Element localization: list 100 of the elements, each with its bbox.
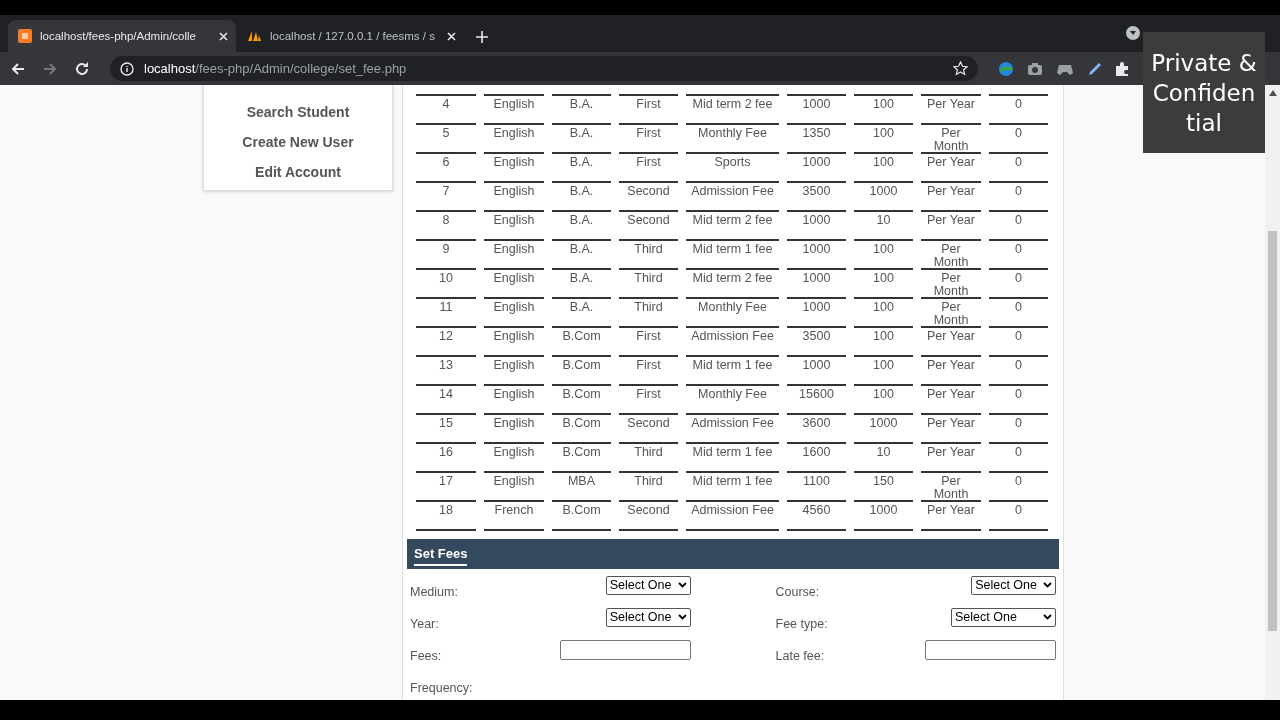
select-dropdown[interactable]: Select One: [951, 607, 1056, 627]
table-cell: Third: [619, 299, 678, 328]
table-cell: 0: [989, 473, 1048, 502]
table-cell: 1100: [787, 473, 846, 502]
table-cell: Third: [619, 444, 678, 473]
table-cell: MBA: [552, 473, 611, 502]
field-label: Frequency:: [410, 680, 473, 695]
url-text: localhost/fees-php/Admin/college/set_fee.php: [144, 61, 408, 76]
table-cell: First: [619, 386, 678, 415]
table-cell: French: [484, 502, 544, 531]
table-cell: 100: [854, 386, 913, 415]
table-cell: Per Year: [921, 183, 981, 212]
table-cell: Admission Fee: [686, 502, 779, 531]
select-dropdown[interactable]: Select One: [971, 575, 1056, 595]
table-cell: Second: [619, 502, 678, 531]
table-cell: Second: [619, 415, 678, 444]
table-cell: Per Year: [921, 502, 981, 531]
table-cell: English: [484, 299, 544, 328]
sidebar-link[interactable]: Search Student: [246, 97, 350, 127]
section-title: Set Fees: [414, 542, 468, 566]
table-cell: B.Com: [552, 328, 611, 357]
table-cell: 5: [416, 125, 476, 154]
table-cell: 1000: [854, 415, 913, 444]
table-cell: 3500: [787, 328, 846, 357]
table-cell: 0: [989, 154, 1048, 183]
table-cell: 9: [416, 241, 476, 270]
table-cell: 0: [989, 415, 1048, 444]
table-cell: B.A.: [552, 212, 611, 241]
table-cell: Per Month: [921, 270, 981, 299]
table-cell: First: [619, 328, 678, 357]
table-cell: 4: [416, 94, 476, 125]
address-bar[interactable]: localhost/fees-php/Admin/college/set_fee.php: [110, 56, 978, 81]
overlay-caption: Private & Confidential: [1150, 48, 1258, 138]
table-cell: Per Month: [921, 241, 981, 270]
table-cell: English: [484, 386, 544, 415]
table-cell: Per Year: [921, 357, 981, 386]
table-cell: 13: [416, 357, 476, 386]
table-cell: English: [484, 241, 544, 270]
table-cell: 0: [989, 183, 1048, 212]
table-cell: 0: [989, 270, 1048, 299]
table-cell: Mid term 2 fee: [686, 270, 779, 299]
field-label: Fee type:: [775, 616, 828, 631]
table-cell: Per Year: [921, 328, 981, 357]
table-cell: 0: [989, 241, 1048, 270]
table-cell: 10: [854, 444, 913, 473]
table-cell: 0: [989, 94, 1048, 125]
browser-tab[interactable]: localhost/fees-php/Admin/colle: [8, 20, 236, 52]
browser-tab[interactable]: localhost / 127.0.0.1 / feesms / s: [236, 20, 464, 52]
table-cell: 100: [854, 94, 913, 125]
table-cell: 100: [854, 357, 913, 386]
field-label: Year:: [410, 616, 439, 631]
table-cell: First: [619, 154, 678, 183]
table-cell: 1600: [787, 444, 846, 473]
table-cell: 15: [416, 415, 476, 444]
sidebar-link[interactable]: Create New User: [242, 127, 354, 157]
table-cell: 6: [416, 154, 476, 183]
table-cell: B.Com: [552, 415, 611, 444]
table-cell: 100: [854, 154, 913, 183]
table-cell: 0: [989, 328, 1048, 357]
table-cell: English: [484, 415, 544, 444]
table-cell: 0: [989, 299, 1048, 328]
table-cell: B.A.: [552, 241, 611, 270]
table-cell: 100: [854, 241, 913, 270]
table-cell: Mid term 1 fee: [686, 473, 779, 502]
table-cell: 7: [416, 183, 476, 212]
table-cell: 1350: [787, 125, 846, 154]
table-cell: B.Com: [552, 357, 611, 386]
table-cell: Per Year: [921, 212, 981, 241]
table-cell: 4560: [787, 502, 846, 531]
field-label: Course:: [775, 584, 820, 599]
table-cell: Per Year: [921, 94, 981, 125]
table-cell: Monthly Fee: [686, 386, 779, 415]
table-cell: 150: [854, 473, 913, 502]
table-cell: Per Year: [921, 154, 981, 183]
table-cell: Mid term 1 fee: [686, 444, 779, 473]
table-cell: Third: [619, 473, 678, 502]
table-cell: B.Com: [552, 444, 611, 473]
table-cell: English: [484, 212, 544, 241]
table-cell: Per Year: [921, 444, 981, 473]
select-dropdown[interactable]: Select One: [605, 575, 691, 595]
table-cell: Per Month: [921, 299, 981, 328]
table-cell: B.Com: [552, 502, 611, 531]
table-cell: Mid term 1 fee: [686, 357, 779, 386]
sidebar-link[interactable]: Edit Account: [255, 157, 341, 187]
table-cell: B.A.: [552, 154, 611, 183]
table-cell: 1000: [787, 154, 846, 183]
table-cell: 16: [416, 444, 476, 473]
table-cell: Admission Fee: [686, 415, 779, 444]
table-cell: B.A.: [552, 94, 611, 125]
select-dropdown[interactable]: Select One: [605, 607, 691, 627]
table-cell: 1000: [787, 299, 846, 328]
table-cell: 1000: [854, 502, 913, 531]
table-cell: Mid term 1 fee: [686, 241, 779, 270]
table-cell: 8: [416, 212, 476, 241]
table-cell: Mid term 2 fee: [686, 94, 779, 125]
table-cell: 10: [416, 270, 476, 299]
table-cell: 15600: [787, 386, 846, 415]
table-cell: 100: [854, 328, 913, 357]
table-cell: First: [619, 125, 678, 154]
table-cell: English: [484, 473, 544, 502]
